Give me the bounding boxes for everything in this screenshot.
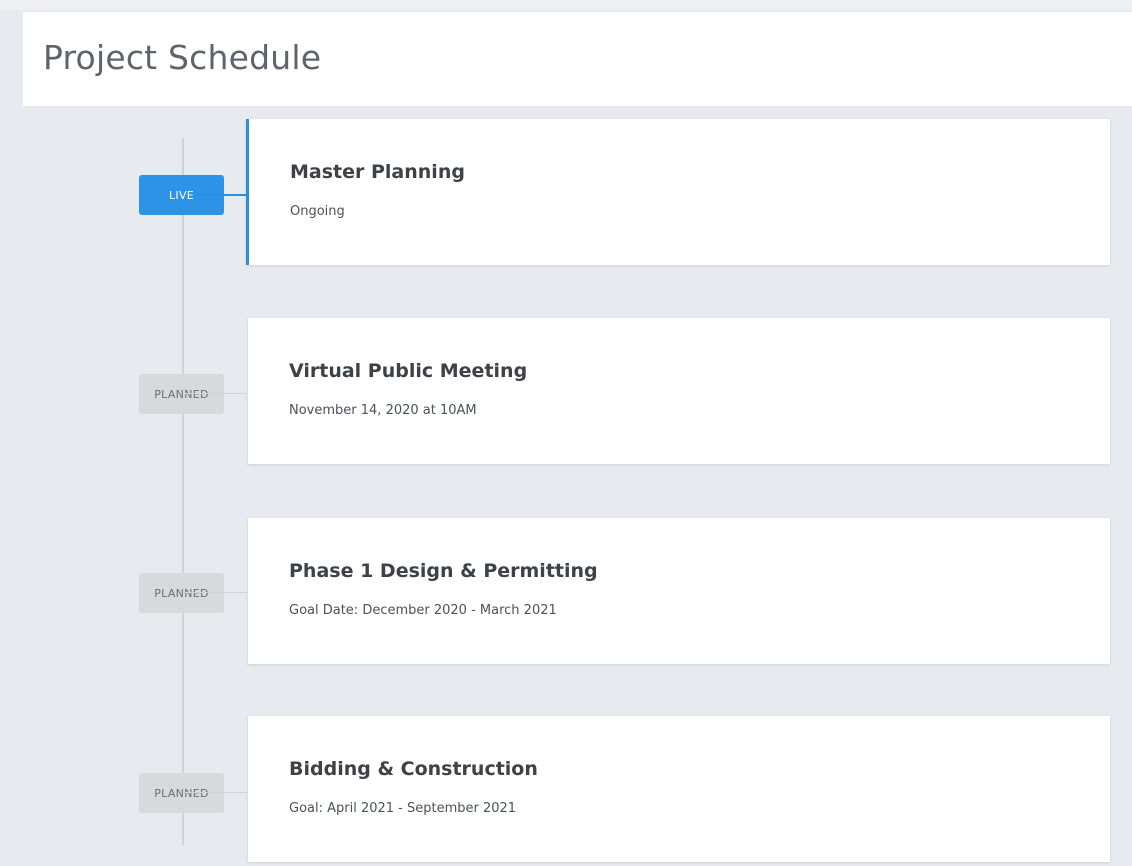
card-subtitle: Goal Date: December 2020 - March 2021 xyxy=(289,603,557,618)
status-badge-planned: PLANNED xyxy=(139,773,224,813)
card-subtitle: November 14, 2020 at 10AM xyxy=(289,403,477,418)
status-badge-planned: PLANNED xyxy=(139,374,224,414)
timeline-connector xyxy=(196,194,247,196)
top-strip xyxy=(0,0,1132,10)
timeline-connector xyxy=(183,393,247,394)
card-subtitle: Goal: April 2021 - September 2021 xyxy=(289,801,517,816)
card-title: Phase 1 Design & Permitting xyxy=(289,560,598,582)
timeline-connector xyxy=(183,592,247,593)
timeline-line xyxy=(182,138,184,845)
timeline-connector xyxy=(183,792,247,793)
timeline-card-master-planning[interactable]: Master Planning Ongoing xyxy=(246,119,1110,265)
timeline-card-phase-1-design[interactable]: Phase 1 Design & Permitting Goal Date: D… xyxy=(248,518,1110,664)
card-title: Master Planning xyxy=(290,161,465,183)
status-badge-planned: PLANNED xyxy=(139,573,224,613)
page-title: Project Schedule xyxy=(43,38,322,77)
card-title: Bidding & Construction xyxy=(289,758,538,780)
card-title: Virtual Public Meeting xyxy=(289,360,528,382)
project-schedule-page: Project Schedule LIVE Master Planning On… xyxy=(0,0,1132,866)
timeline-card-virtual-public-meeting[interactable]: Virtual Public Meeting November 14, 2020… xyxy=(248,318,1110,464)
timeline-card-bidding-construction[interactable]: Bidding & Construction Goal: April 2021 … xyxy=(248,716,1110,862)
page-header: Project Schedule xyxy=(23,12,1132,106)
card-subtitle: Ongoing xyxy=(290,204,345,219)
